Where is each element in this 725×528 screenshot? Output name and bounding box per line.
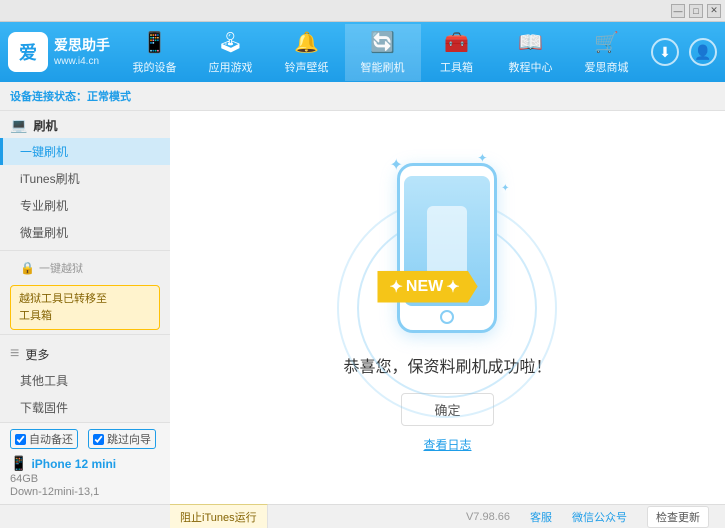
nav-items: 📱 我的设备 🕹 应用游戏 🔔 铃声壁纸 🔄 智能刷机 🧰 工具箱 📖 教程中心… bbox=[110, 24, 651, 81]
customer-service-link[interactable]: 客服 bbox=[530, 509, 552, 525]
more-section-header: ≡ 更多 bbox=[0, 339, 170, 367]
device-firmware: Down-12mini-13,1 bbox=[10, 486, 160, 498]
confirm-button[interactable]: 确定 bbox=[401, 393, 493, 426]
nav-ringtones-label: 铃声壁纸 bbox=[285, 59, 329, 75]
nav-smart-flash-label: 智能刷机 bbox=[361, 59, 405, 75]
nav-toolbox[interactable]: 🧰 工具箱 bbox=[421, 24, 493, 81]
user-btn[interactable]: 👤 bbox=[689, 38, 717, 66]
device-area: 自动备还 跳过向导 📱 iPhone 12 mini 64GB Down-12m… bbox=[0, 422, 170, 504]
status-prefix: 设备连接状态： bbox=[10, 91, 87, 103]
wechat-link[interactable]: 微信公众号 bbox=[572, 509, 627, 525]
mall-icon: 🛒 bbox=[594, 30, 619, 55]
sidebar-item-itunes-flash[interactable]: iTunes刷机 bbox=[0, 165, 170, 192]
ringtones-icon: 🔔 bbox=[294, 30, 319, 55]
nav-right: ⬇ 👤 bbox=[651, 38, 717, 66]
auto-backup-input[interactable] bbox=[15, 434, 26, 445]
auto-backup-label: 自动备还 bbox=[29, 431, 73, 447]
sidebar-item-one-click-flash[interactable]: 一键刷机 bbox=[0, 138, 170, 165]
close-btn[interactable]: ✕ bbox=[707, 4, 721, 18]
logo-text: 爱思助手 www.i4.cn bbox=[54, 36, 110, 67]
download-btn[interactable]: ⬇ bbox=[651, 38, 679, 66]
checkbox-row: 自动备还 跳过向导 bbox=[10, 429, 160, 449]
phone-illustration: ✦ ✦ ✦ ✦ NEW bbox=[397, 163, 497, 333]
window-controls: — □ ✕ bbox=[671, 4, 721, 18]
flash-section-title: 刷机 bbox=[33, 117, 57, 134]
lock-icon: 🔒 bbox=[20, 261, 35, 275]
my-device-icon: 📱 bbox=[142, 30, 167, 55]
jailbreak-label: 一键越狱 bbox=[39, 260, 83, 276]
content-area: ✦ ✦ ✦ ✦ NEW bbox=[170, 111, 725, 504]
tutorials-icon: 📖 bbox=[518, 30, 543, 55]
smart-flash-icon: 🔄 bbox=[370, 30, 395, 55]
flash-section-icon: 💻 bbox=[10, 117, 27, 134]
nav-ringtones[interactable]: 🔔 铃声壁纸 bbox=[269, 24, 345, 81]
retry-link[interactable]: 查看日志 bbox=[423, 436, 471, 453]
sparkle-r: ✦ bbox=[501, 183, 509, 194]
sidebar-divider-1 bbox=[0, 250, 170, 251]
flash-section-header: 💻 刷机 bbox=[0, 111, 170, 138]
sidebar-item-micro-flash[interactable]: 微量刷机 bbox=[0, 219, 170, 246]
device-name: 📱 iPhone 12 mini bbox=[10, 455, 160, 472]
device-capacity: 64GB bbox=[10, 473, 160, 485]
toolbox-icon: 🧰 bbox=[444, 30, 469, 55]
nav-mall[interactable]: 🛒 爱思商城 bbox=[569, 24, 645, 81]
sidebar: 💻 刷机 一键刷机 iTunes刷机 专业刷机 微量刷机 🔒 一键越狱 越狱工具… bbox=[0, 111, 170, 504]
new-stars: ✦ bbox=[389, 277, 402, 297]
skip-wizard-checkbox[interactable]: 跳过向导 bbox=[88, 429, 156, 449]
title-bar: — □ ✕ bbox=[0, 0, 725, 22]
more-section-title: 更多 bbox=[25, 346, 49, 363]
auto-backup-checkbox[interactable]: 自动备还 bbox=[10, 429, 78, 449]
status-bar-bottom: 阻止iTunes运行 V7.98.66 客服 微信公众号 检查更新 bbox=[0, 504, 725, 528]
nav-apps-games-label: 应用游戏 bbox=[209, 59, 253, 75]
sidebar-item-download-fw[interactable]: 下载固件 bbox=[0, 394, 170, 421]
device-name-text: iPhone 12 mini bbox=[31, 457, 116, 471]
nav-my-device-label: 我的设备 bbox=[133, 59, 177, 75]
logo: 爱 爱思助手 www.i4.cn bbox=[8, 32, 110, 72]
sidebar-item-jailbreak: 🔒 一键越狱 bbox=[0, 255, 170, 281]
skip-wizard-label: 跳过向导 bbox=[107, 431, 151, 447]
maximize-btn[interactable]: □ bbox=[689, 4, 703, 18]
more-section: ≡ 更多 其他工具 下载固件 高级功能 bbox=[0, 339, 170, 422]
nav-mall-label: 爱思商城 bbox=[585, 59, 629, 75]
new-badge: NEW bbox=[406, 278, 443, 296]
sidebar-divider-2 bbox=[0, 334, 170, 335]
new-stars-right: ✦ bbox=[446, 277, 459, 297]
new-ribbon: ✦ NEW ✦ bbox=[377, 271, 477, 303]
logo-main: 爱思助手 bbox=[54, 36, 110, 54]
nav-tutorials-label: 教程中心 bbox=[509, 59, 553, 75]
sidebar-notice: 越狱工具已转移至工具箱 bbox=[10, 285, 160, 330]
success-text: 恭喜您，保资料刷机成功啦！ bbox=[343, 353, 551, 377]
nav-my-device[interactable]: 📱 我的设备 bbox=[117, 24, 193, 81]
flash-section: 💻 刷机 一键刷机 iTunes刷机 专业刷机 微量刷机 bbox=[0, 111, 170, 246]
nav-smart-flash[interactable]: 🔄 智能刷机 bbox=[345, 24, 421, 81]
sidebar-scroll: 💻 刷机 一键刷机 iTunes刷机 专业刷机 微量刷机 🔒 一键越狱 越狱工具… bbox=[0, 111, 170, 422]
apps-games-icon: 🕹 bbox=[218, 30, 243, 55]
phone-home-btn bbox=[440, 310, 454, 324]
skip-wizard-input[interactable] bbox=[93, 434, 104, 445]
nav-tutorials[interactable]: 📖 教程中心 bbox=[493, 24, 569, 81]
more-section-icon: ≡ bbox=[10, 345, 19, 363]
logo-icon: 爱 bbox=[8, 32, 48, 72]
sidebar-item-other-tools[interactable]: 其他工具 bbox=[0, 367, 170, 394]
device-info: 📱 iPhone 12 mini 64GB Down-12mini-13,1 bbox=[10, 455, 160, 498]
nav-toolbox-label: 工具箱 bbox=[440, 59, 473, 75]
status-bar-top: 设备连接状态：正常模式 bbox=[0, 82, 725, 111]
itunes-notice: 阻止iTunes运行 bbox=[180, 509, 257, 525]
phone-frame bbox=[397, 163, 497, 333]
phone-inner-svg bbox=[422, 201, 472, 281]
logo-sub: www.i4.cn bbox=[54, 55, 110, 68]
check-update-btn[interactable]: 检查更新 bbox=[647, 506, 709, 528]
version-label: V7.98.66 bbox=[466, 511, 510, 523]
device-icon: 📱 bbox=[10, 455, 27, 472]
minimize-btn[interactable]: — bbox=[671, 4, 685, 18]
nav-bar: 爱 爱思助手 www.i4.cn 📱 我的设备 🕹 应用游戏 🔔 铃声壁纸 🔄 … bbox=[0, 22, 725, 82]
nav-apps-games[interactable]: 🕹 应用游戏 bbox=[193, 24, 269, 81]
status-value: 正常模式 bbox=[87, 91, 131, 103]
sidebar-item-pro-flash[interactable]: 专业刷机 bbox=[0, 192, 170, 219]
